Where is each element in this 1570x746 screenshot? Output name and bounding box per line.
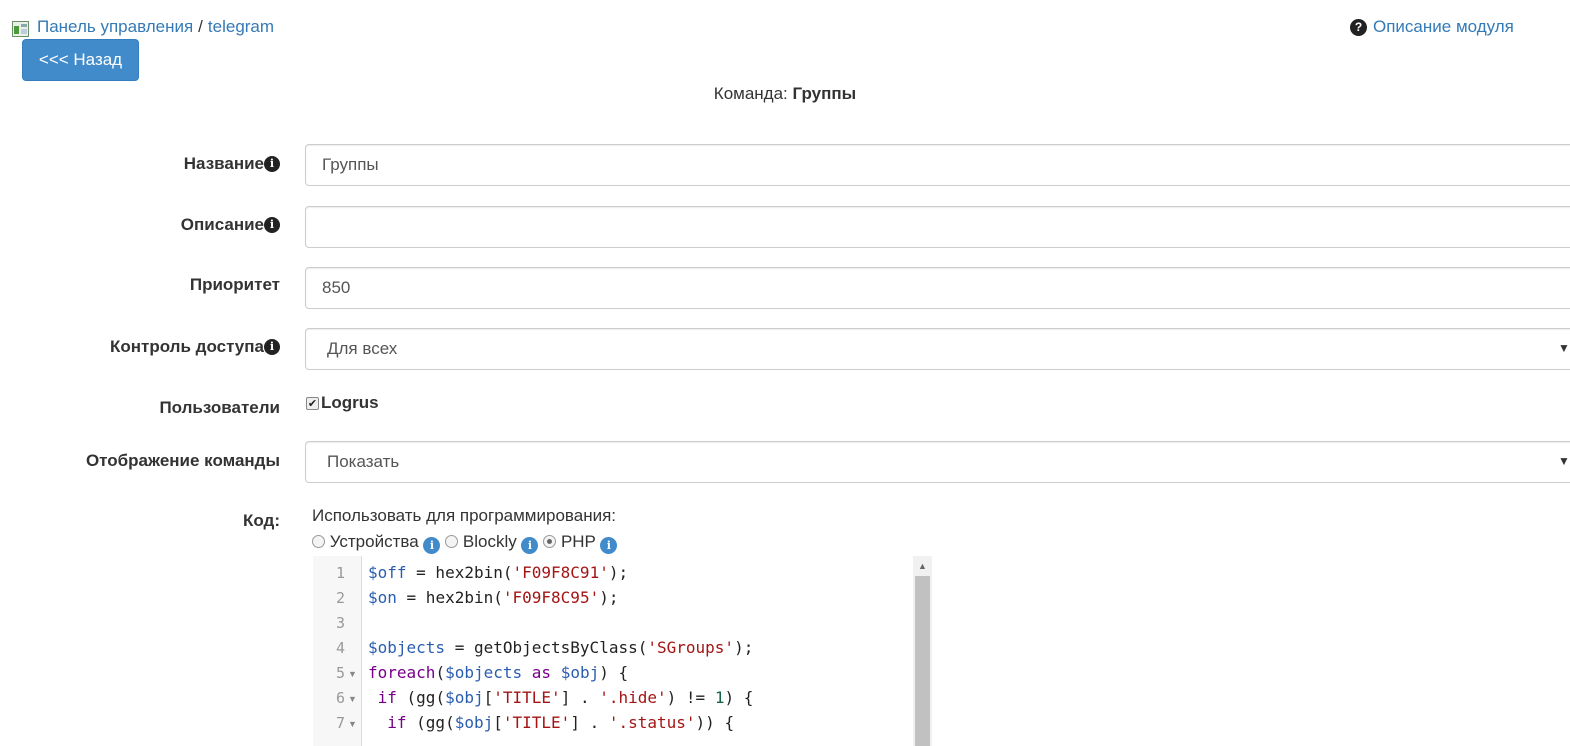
access-select-value: Для всех	[327, 339, 398, 358]
info-icon[interactable]: i	[600, 537, 618, 554]
radio-devices[interactable]	[312, 535, 325, 548]
info-icon[interactable]: i	[423, 537, 441, 554]
name-label-row: Название i	[0, 154, 280, 174]
mode-label-devices: Устройства	[329, 532, 419, 551]
name-input-value: Группы	[322, 155, 379, 174]
scroll-up-arrow-icon[interactable]: ▲	[918, 561, 927, 571]
info-icon[interactable]: i	[264, 339, 280, 355]
back-button[interactable]: <<< Назад	[22, 39, 139, 81]
breadcrumb: Панель управления / telegram	[12, 16, 274, 38]
breadcrumb-current-link[interactable]: telegram	[208, 17, 274, 37]
code-line: $objects = getObjectsByClass('SGroups');	[368, 638, 754, 657]
fold-arrow-icon[interactable]: ▼	[348, 719, 357, 729]
line-number: 2	[335, 589, 345, 607]
users-label-row: Пользователи	[0, 398, 280, 418]
description-label: Описание	[180, 215, 264, 234]
code-editor[interactable]: 1 2 3 4 5 ▼ 6 ▼ 7 ▼ $off = hex2bin('F09F…	[313, 556, 932, 746]
radio-php[interactable]	[543, 535, 557, 548]
name-input[interactable]: Группы	[305, 144, 1570, 186]
display-select-value: Показать	[327, 452, 400, 471]
mode-label-blockly: Blockly	[462, 532, 517, 551]
code-label: Код:	[243, 511, 280, 530]
display-label-row: Отображение команды	[0, 451, 280, 471]
user-name: Logrus	[321, 393, 379, 412]
access-label-row: Контроль доступа i	[0, 337, 280, 357]
users-label: Пользователи	[159, 398, 280, 417]
code-line: if (gg($obj['TITLE'] . '.status')) {	[387, 713, 735, 732]
line-number: 7	[335, 714, 345, 732]
priority-label: Приоритет	[189, 275, 280, 294]
radio-blockly[interactable]	[445, 535, 459, 548]
fold-arrow-icon[interactable]: ▼	[348, 694, 357, 704]
priority-input-value: 850	[322, 278, 351, 297]
priority-input[interactable]: 850	[305, 267, 1570, 309]
info-icon[interactable]: i	[521, 537, 539, 554]
use-for-programming-text: Использовать для программирования:	[312, 506, 617, 525]
question-icon: ?	[1350, 18, 1367, 36]
display-label: Отображение команды	[85, 451, 280, 470]
breadcrumb-home-link[interactable]: Панель управления	[37, 17, 193, 37]
code-line: $on = hex2bin('F09F8C95');	[368, 588, 619, 607]
mode-label-php: PHP	[560, 532, 596, 551]
code-line: if (gg($obj['TITLE'] . '.hide') != 1) {	[377, 688, 754, 707]
line-number: 4	[335, 639, 345, 657]
code-line: foreach($objects as $obj) {	[368, 663, 629, 682]
line-number: 3	[335, 614, 345, 632]
line-number: 5	[335, 664, 345, 682]
scrollbar-thumb[interactable]	[915, 576, 930, 746]
info-icon[interactable]: i	[264, 156, 280, 172]
module-description-label[interactable]: Описание модуля	[1373, 17, 1514, 37]
user-checkbox-item[interactable]: ✔ Logrus	[306, 393, 379, 413]
chevron-down-icon: ▼	[1558, 454, 1570, 468]
control-panel-icon	[12, 21, 29, 37]
editor-scrollbar[interactable]: ▲	[913, 556, 932, 746]
command-prefix: Команда:	[713, 84, 788, 103]
programming-mode-group: Устройства i Blockly i PHP i	[312, 532, 618, 554]
line-number-gutter: 1 2 3 4 5 ▼ 6 ▼ 7 ▼	[313, 556, 362, 746]
command-name: Группы	[792, 84, 857, 103]
priority-label-row: Приоритет	[0, 275, 280, 295]
code-label-row: Код:	[0, 511, 280, 531]
line-number: 1	[335, 564, 345, 582]
info-icon[interactable]: i	[264, 217, 280, 233]
command-title: Команда: Группы	[0, 84, 1570, 104]
name-label: Название	[183, 154, 264, 173]
chevron-down-icon: ▼	[1558, 341, 1570, 355]
code-line: $off = hex2bin('F09F8C91');	[368, 563, 629, 582]
module-description-link[interactable]: ? Описание модуля	[1350, 16, 1514, 38]
fold-arrow-icon[interactable]: ▼	[348, 669, 357, 679]
breadcrumb-separator: /	[198, 17, 203, 36]
user-checkbox[interactable]: ✔	[306, 396, 319, 410]
access-select[interactable]: Для всех ▼	[305, 328, 1570, 370]
line-number: 6	[335, 689, 345, 707]
description-label-row: Описание i	[0, 215, 280, 235]
display-select[interactable]: Показать ▼	[305, 441, 1570, 483]
access-label: Контроль доступа	[109, 337, 264, 356]
description-input[interactable]	[305, 206, 1570, 248]
